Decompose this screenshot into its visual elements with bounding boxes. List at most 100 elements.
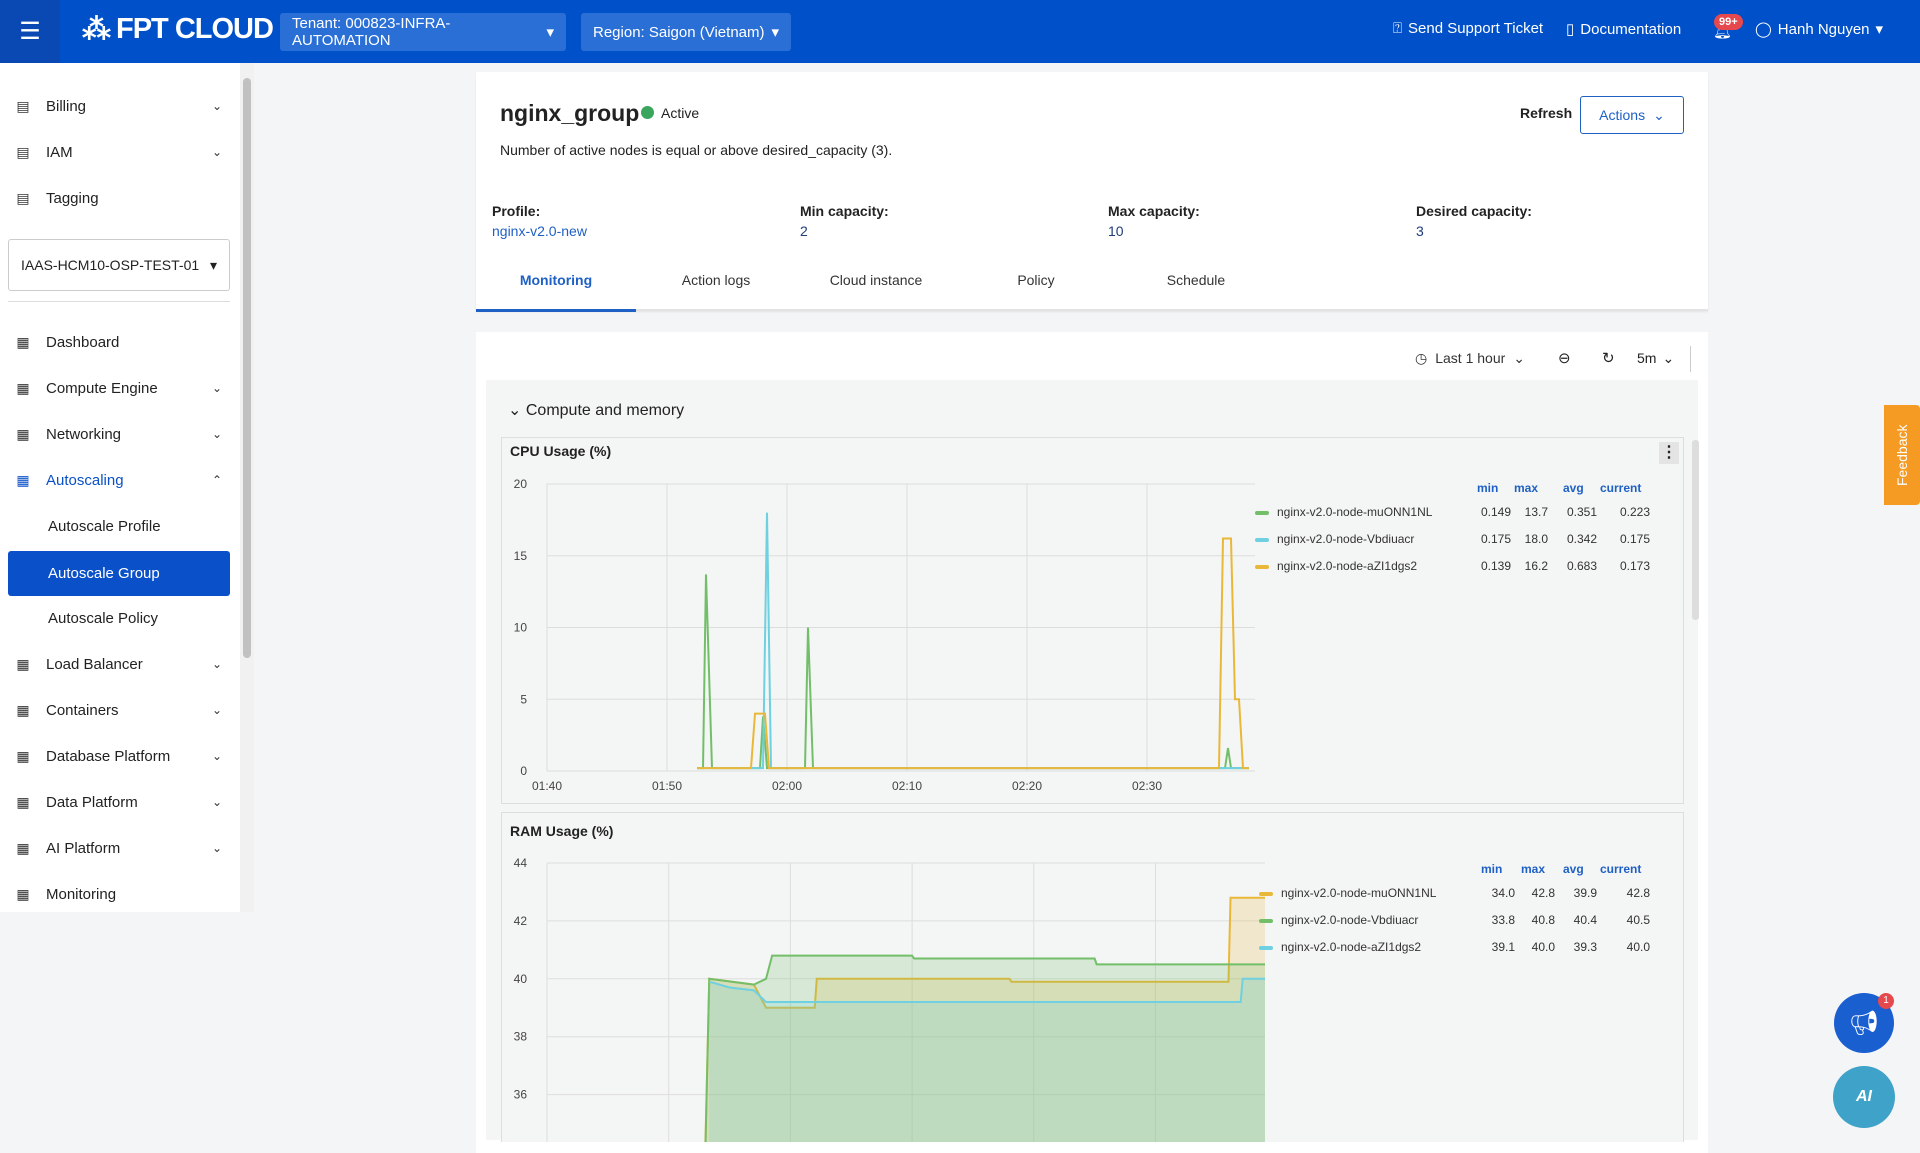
tab-cloud-instance[interactable]: Cloud instance [796, 272, 956, 288]
sidebar-item-autoscaling[interactable]: ▦ Autoscaling ⌃ [0, 459, 236, 501]
x-tick-label: 02:00 [772, 779, 802, 793]
legend-stat: 0.342 [1566, 532, 1597, 546]
chip-icon: ▦ [16, 839, 30, 856]
menu-icon[interactable]: ☰ [0, 0, 60, 63]
legend-series-name[interactable]: nginx-v2.0-node-muONN1NL [1277, 505, 1432, 519]
legend-series-name[interactable]: nginx-v2.0-node-aZI1dgs2 [1281, 940, 1421, 954]
sidebar-item-networking[interactable]: ▦ Networking ⌄ [0, 413, 236, 455]
legend-stat: 33.8 [1491, 913, 1515, 927]
sidebar-item-containers[interactable]: ▦ Containers ⌄ [0, 689, 236, 731]
refresh-icon[interactable]: ↻ [1602, 349, 1615, 367]
sidebar-item-monitoring[interactable]: ▦ Monitoring [0, 873, 236, 912]
field-label: Max capacity: [1108, 203, 1200, 219]
tabs-divider [476, 309, 1708, 311]
sidebar: ▤ Billing ⌄ ▤ IAM ⌄ ▤ Tagging IAAS-HCM10-OSP-TES… [0, 63, 245, 912]
tab-schedule[interactable]: Schedule [1116, 272, 1276, 288]
status-badge: Active [661, 105, 700, 121]
tag-icon: ▤ [16, 189, 30, 206]
legend-stat: 13.7 [1524, 505, 1548, 519]
legend-stat: 40.4 [1573, 913, 1597, 927]
legend-header-current[interactable]: current [1600, 862, 1641, 876]
legend-header-current[interactable]: current [1600, 481, 1641, 495]
sidebar-item-database-platform[interactable]: ▦ Database Platform ⌄ [0, 735, 236, 777]
legend-header-max[interactable]: max [1514, 481, 1538, 495]
billing-icon: ▤ [16, 97, 30, 114]
legend-stat: 42.8 [1531, 886, 1555, 900]
sidebar-item-data-platform[interactable]: ▦ Data Platform ⌄ [0, 781, 236, 823]
legend-stat: 40.8 [1531, 913, 1555, 927]
legend-series-name[interactable]: nginx-v2.0-node-Vbdiuacr [1277, 532, 1414, 546]
legend-stat: 40.5 [1626, 913, 1650, 927]
sidebar-item-autoscale-profile[interactable]: Autoscale Profile [0, 505, 236, 547]
legend-swatch [1259, 892, 1273, 896]
x-tick-label: 01:50 [652, 779, 682, 793]
legend-series-name[interactable]: nginx-v2.0-node-Vbdiuacr [1281, 913, 1418, 927]
documentation-link[interactable]: ▯ Documentation [1566, 20, 1681, 39]
legend-series-name[interactable]: nginx-v2.0-node-aZI1dgs2 [1277, 559, 1417, 573]
active-tab-indicator [476, 309, 636, 312]
feedback-tab[interactable]: Feedback [1884, 405, 1920, 505]
tenant-select[interactable]: Tenant: 000823-INFRA-AUTOMATION ▾ [280, 13, 566, 51]
tab-policy[interactable]: Policy [956, 272, 1116, 288]
refresh-button[interactable]: Refresh [1520, 105, 1572, 121]
toolbar-divider [1690, 346, 1691, 372]
legend-header-avg[interactable]: avg [1563, 481, 1584, 495]
region-select[interactable]: Region: Saigon (Vietnam) ▾ [581, 13, 791, 51]
sidebar-item-compute-engine[interactable]: ▦ Compute Engine ⌄ [0, 367, 236, 409]
sidebar-item-autoscale-group[interactable]: Autoscale Group [8, 551, 230, 596]
refresh-interval-select[interactable]: 5m ⌄ [1637, 350, 1674, 367]
chevron-down-icon: ⌄ [1662, 350, 1675, 366]
sidebar-item-dashboard[interactable]: ▦ Dashboard [0, 321, 236, 363]
chevron-down-icon: ⌄ [211, 381, 222, 395]
ai-assistant-button[interactable]: AI [1833, 1066, 1895, 1128]
project-select[interactable]: IAAS-HCM10-OSP-TEST-01 ▾ [8, 239, 230, 291]
y-tick-label: 0 [520, 764, 527, 778]
legend-header-avg[interactable]: avg [1563, 862, 1584, 876]
cube-icon: ▦ [16, 701, 30, 718]
tab-monitoring[interactable]: Monitoring [476, 272, 636, 288]
chevron-down-icon: ⌄ [211, 795, 222, 809]
sidebar-item-load-balancer[interactable]: ▦ Load Balancer ⌄ [0, 643, 236, 685]
autoscaling-icon: ▦ [16, 471, 30, 488]
chevron-down-icon: ⌄ [1513, 350, 1526, 366]
y-tick-label: 38 [514, 1030, 528, 1044]
chevron-up-icon: ⌃ [211, 473, 222, 487]
sidebar-item-ai-platform[interactable]: ▦ AI Platform ⌄ [0, 827, 236, 869]
network-icon: ⁂ [82, 14, 111, 46]
series-line [697, 574, 1249, 770]
profile-link[interactable]: nginx-v2.0-new [492, 223, 587, 239]
section-header[interactable]: ⌄ Compute and memory [508, 400, 684, 420]
legend-swatch [1255, 511, 1269, 515]
chevron-down-icon: ⌄ [1653, 106, 1665, 123]
legend-stat: 42.8 [1626, 886, 1650, 900]
logo[interactable]: ⁂ FPT CLOUD [82, 12, 274, 47]
field-value: 3 [1416, 223, 1424, 239]
series-line [697, 512, 1249, 770]
sidebar-item-billing[interactable]: ▤ Billing ⌄ [0, 85, 236, 127]
time-range-picker[interactable]: ◷ Last 1 hour ⌄ [1415, 350, 1525, 367]
dashboard-scrollbar[interactable] [1692, 440, 1699, 620]
user-menu[interactable]: ◯ Hanh Nguyen ▾ [1755, 20, 1883, 39]
legend-series-name[interactable]: nginx-v2.0-node-muONN1NL [1281, 886, 1436, 900]
sidebar-item-autoscale-policy[interactable]: Autoscale Policy [0, 597, 236, 639]
y-tick-label: 5 [520, 692, 527, 706]
sidebar-item-tagging[interactable]: ▤ Tagging [0, 177, 236, 219]
legend-header-min[interactable]: min [1477, 481, 1498, 495]
iam-icon: ▤ [16, 143, 30, 160]
legend-stat: 0.223 [1619, 505, 1650, 519]
actions-button[interactable]: Actions ⌄ [1580, 96, 1684, 134]
field-label: Profile: [492, 203, 541, 219]
field-label: Desired capacity: [1416, 203, 1532, 219]
scrollbar-thumb[interactable] [243, 78, 251, 658]
legend-header-min[interactable]: min [1481, 862, 1502, 876]
y-tick-label: 44 [514, 856, 528, 870]
support-ticket-link[interactable]: ⍰ Send Support Ticket [1393, 20, 1543, 37]
legend-swatch [1255, 565, 1269, 569]
legend-stat: 16.2 [1524, 559, 1548, 573]
zoom-out-icon[interactable]: ⊖ [1558, 349, 1571, 367]
sidebar-item-iam[interactable]: ▤ IAM ⌄ [0, 131, 236, 173]
y-tick-label: 15 [514, 549, 528, 563]
legend-header-max[interactable]: max [1521, 862, 1545, 876]
tab-action-logs[interactable]: Action logs [636, 272, 796, 288]
legend-stat: 0.175 [1480, 532, 1511, 546]
